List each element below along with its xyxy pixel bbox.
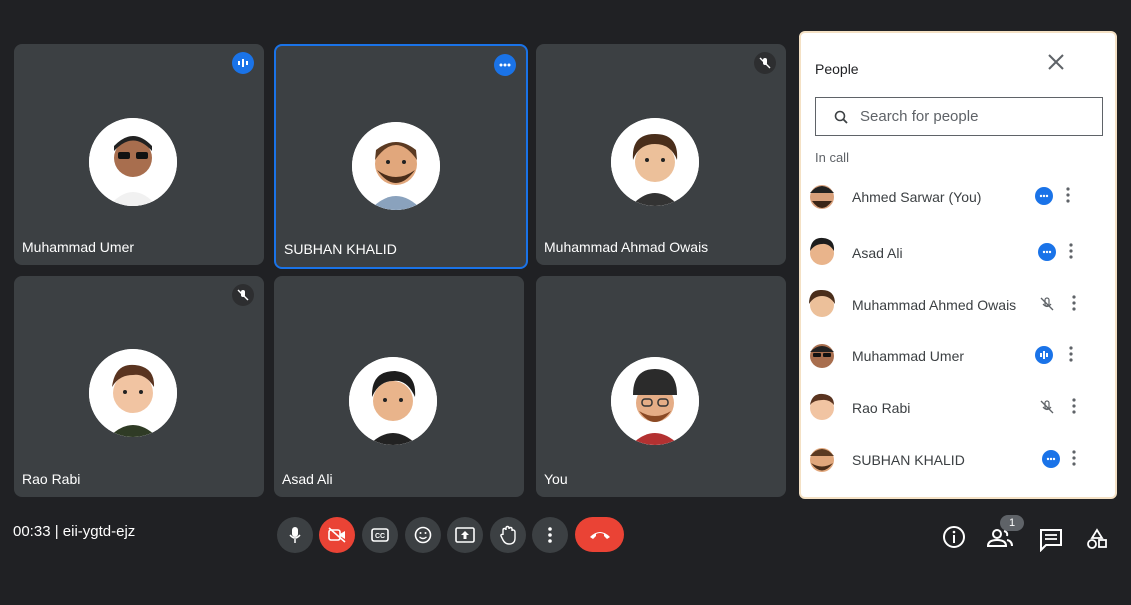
activities-icon (1087, 528, 1107, 549)
participant-name: Muhammad Umer (22, 239, 135, 255)
microphone-off-icon (1038, 398, 1056, 416)
participant-tile-muhammad-umer[interactable]: Muhammad Umer (14, 44, 264, 265)
more-vert-icon[interactable] (1065, 241, 1077, 261)
raise-hand-icon (500, 525, 516, 545)
avatar (611, 118, 699, 206)
search-box[interactable] (815, 97, 1103, 136)
panel-title: People (815, 61, 859, 77)
raise-hand-button[interactable] (490, 517, 526, 553)
list-item[interactable]: Ahmed Sarwar (You) (805, 175, 1105, 219)
person-name: Rao Rabi (852, 400, 911, 416)
leave-call-button[interactable] (575, 517, 624, 552)
participant-name: Asad Ali (282, 471, 333, 487)
list-item[interactable]: Asad Ali (805, 231, 1105, 275)
participant-name: You (544, 471, 568, 487)
chat-icon (1040, 529, 1062, 552)
more-options-icon[interactable] (1035, 187, 1053, 205)
participant-tile-rao-rabi[interactable]: Rao Rabi (14, 276, 264, 497)
participant-count-badge: 1 (1000, 515, 1024, 531)
more-options-icon[interactable] (1038, 243, 1056, 261)
participant-tile-you[interactable]: You (536, 276, 786, 497)
info-icon (943, 526, 965, 548)
speaking-indicator-icon (1035, 346, 1053, 364)
list-item[interactable]: Muhammad Umer (805, 334, 1105, 378)
section-label: In call (815, 150, 849, 165)
hang-up-icon (589, 531, 610, 539)
chat-button[interactable] (1038, 527, 1064, 553)
more-options-icon[interactable] (1042, 450, 1060, 468)
more-vert-icon[interactable] (1068, 396, 1080, 416)
participant-name: Muhammad Ahmad Owais (544, 239, 709, 255)
reactions-button[interactable] (405, 517, 441, 553)
participant-tile-asad-ali[interactable]: Asad Ali (274, 276, 524, 497)
person-name: Ahmed Sarwar (You) (852, 189, 982, 205)
avatar (805, 287, 839, 323)
avatar (349, 357, 437, 445)
avatar (611, 357, 699, 445)
more-vert-icon[interactable] (1068, 448, 1080, 468)
avatar (89, 349, 177, 437)
search-input[interactable] (858, 107, 1102, 126)
people-panel: People In call Ahmed Sarwar (You) Asad A… (799, 31, 1117, 499)
participant-name: Rao Rabi (22, 471, 81, 487)
microphone-off-icon (232, 284, 254, 306)
more-options-icon[interactable] (494, 54, 516, 76)
more-options-button[interactable] (532, 517, 568, 553)
present-screen-icon (455, 527, 475, 543)
person-name: Muhammad Ahmed Owais (852, 297, 1017, 313)
list-item[interactable]: Rao Rabi (805, 386, 1105, 430)
captions-icon: CC (371, 528, 389, 542)
camera-toggle-button[interactable] (319, 517, 355, 553)
participant-name: SUBHAN KHALID (284, 241, 397, 257)
list-item[interactable]: SUBHAN KHALID (805, 438, 1105, 482)
microphone-icon (289, 527, 301, 543)
avatar (89, 118, 177, 206)
more-vert-icon[interactable] (1068, 293, 1080, 313)
person-name: SUBHAN KHALID (852, 452, 965, 468)
avatar (805, 235, 839, 271)
microphone-off-icon (754, 52, 776, 74)
avatar (805, 442, 839, 478)
avatar (805, 179, 839, 215)
avatar (352, 122, 440, 210)
more-vert-icon[interactable] (1062, 185, 1074, 205)
avatar (805, 338, 839, 374)
emoji-icon (414, 526, 432, 544)
microphone-off-icon (1038, 295, 1056, 313)
list-item[interactable]: Muhammad Ahmed Owais (805, 283, 1105, 327)
more-vert-icon[interactable] (1065, 344, 1077, 364)
speaking-indicator-icon (232, 52, 254, 74)
more-options-icon (548, 527, 552, 543)
participant-tile-subhan-khalid[interactable]: SUBHAN KHALID (274, 44, 528, 269)
meeting-details: 00:33 | eii-ygtd-ejz (13, 523, 136, 540)
person-name: Muhammad Umer (852, 348, 965, 364)
present-button[interactable] (447, 517, 483, 553)
person-name: Asad Ali (852, 245, 903, 261)
participant-tile-muhammad-ahmad-owais[interactable]: Muhammad Ahmad Owais (536, 44, 786, 265)
avatar (805, 390, 839, 426)
svg-text:CC: CC (375, 533, 385, 540)
microphone-button[interactable] (277, 517, 313, 553)
camera-off-icon (328, 527, 346, 543)
captions-button[interactable]: CC (362, 517, 398, 553)
activities-button[interactable] (1084, 526, 1110, 552)
meeting-info-button[interactable] (941, 524, 967, 550)
close-icon[interactable] (1045, 51, 1067, 73)
search-icon (834, 110, 848, 124)
